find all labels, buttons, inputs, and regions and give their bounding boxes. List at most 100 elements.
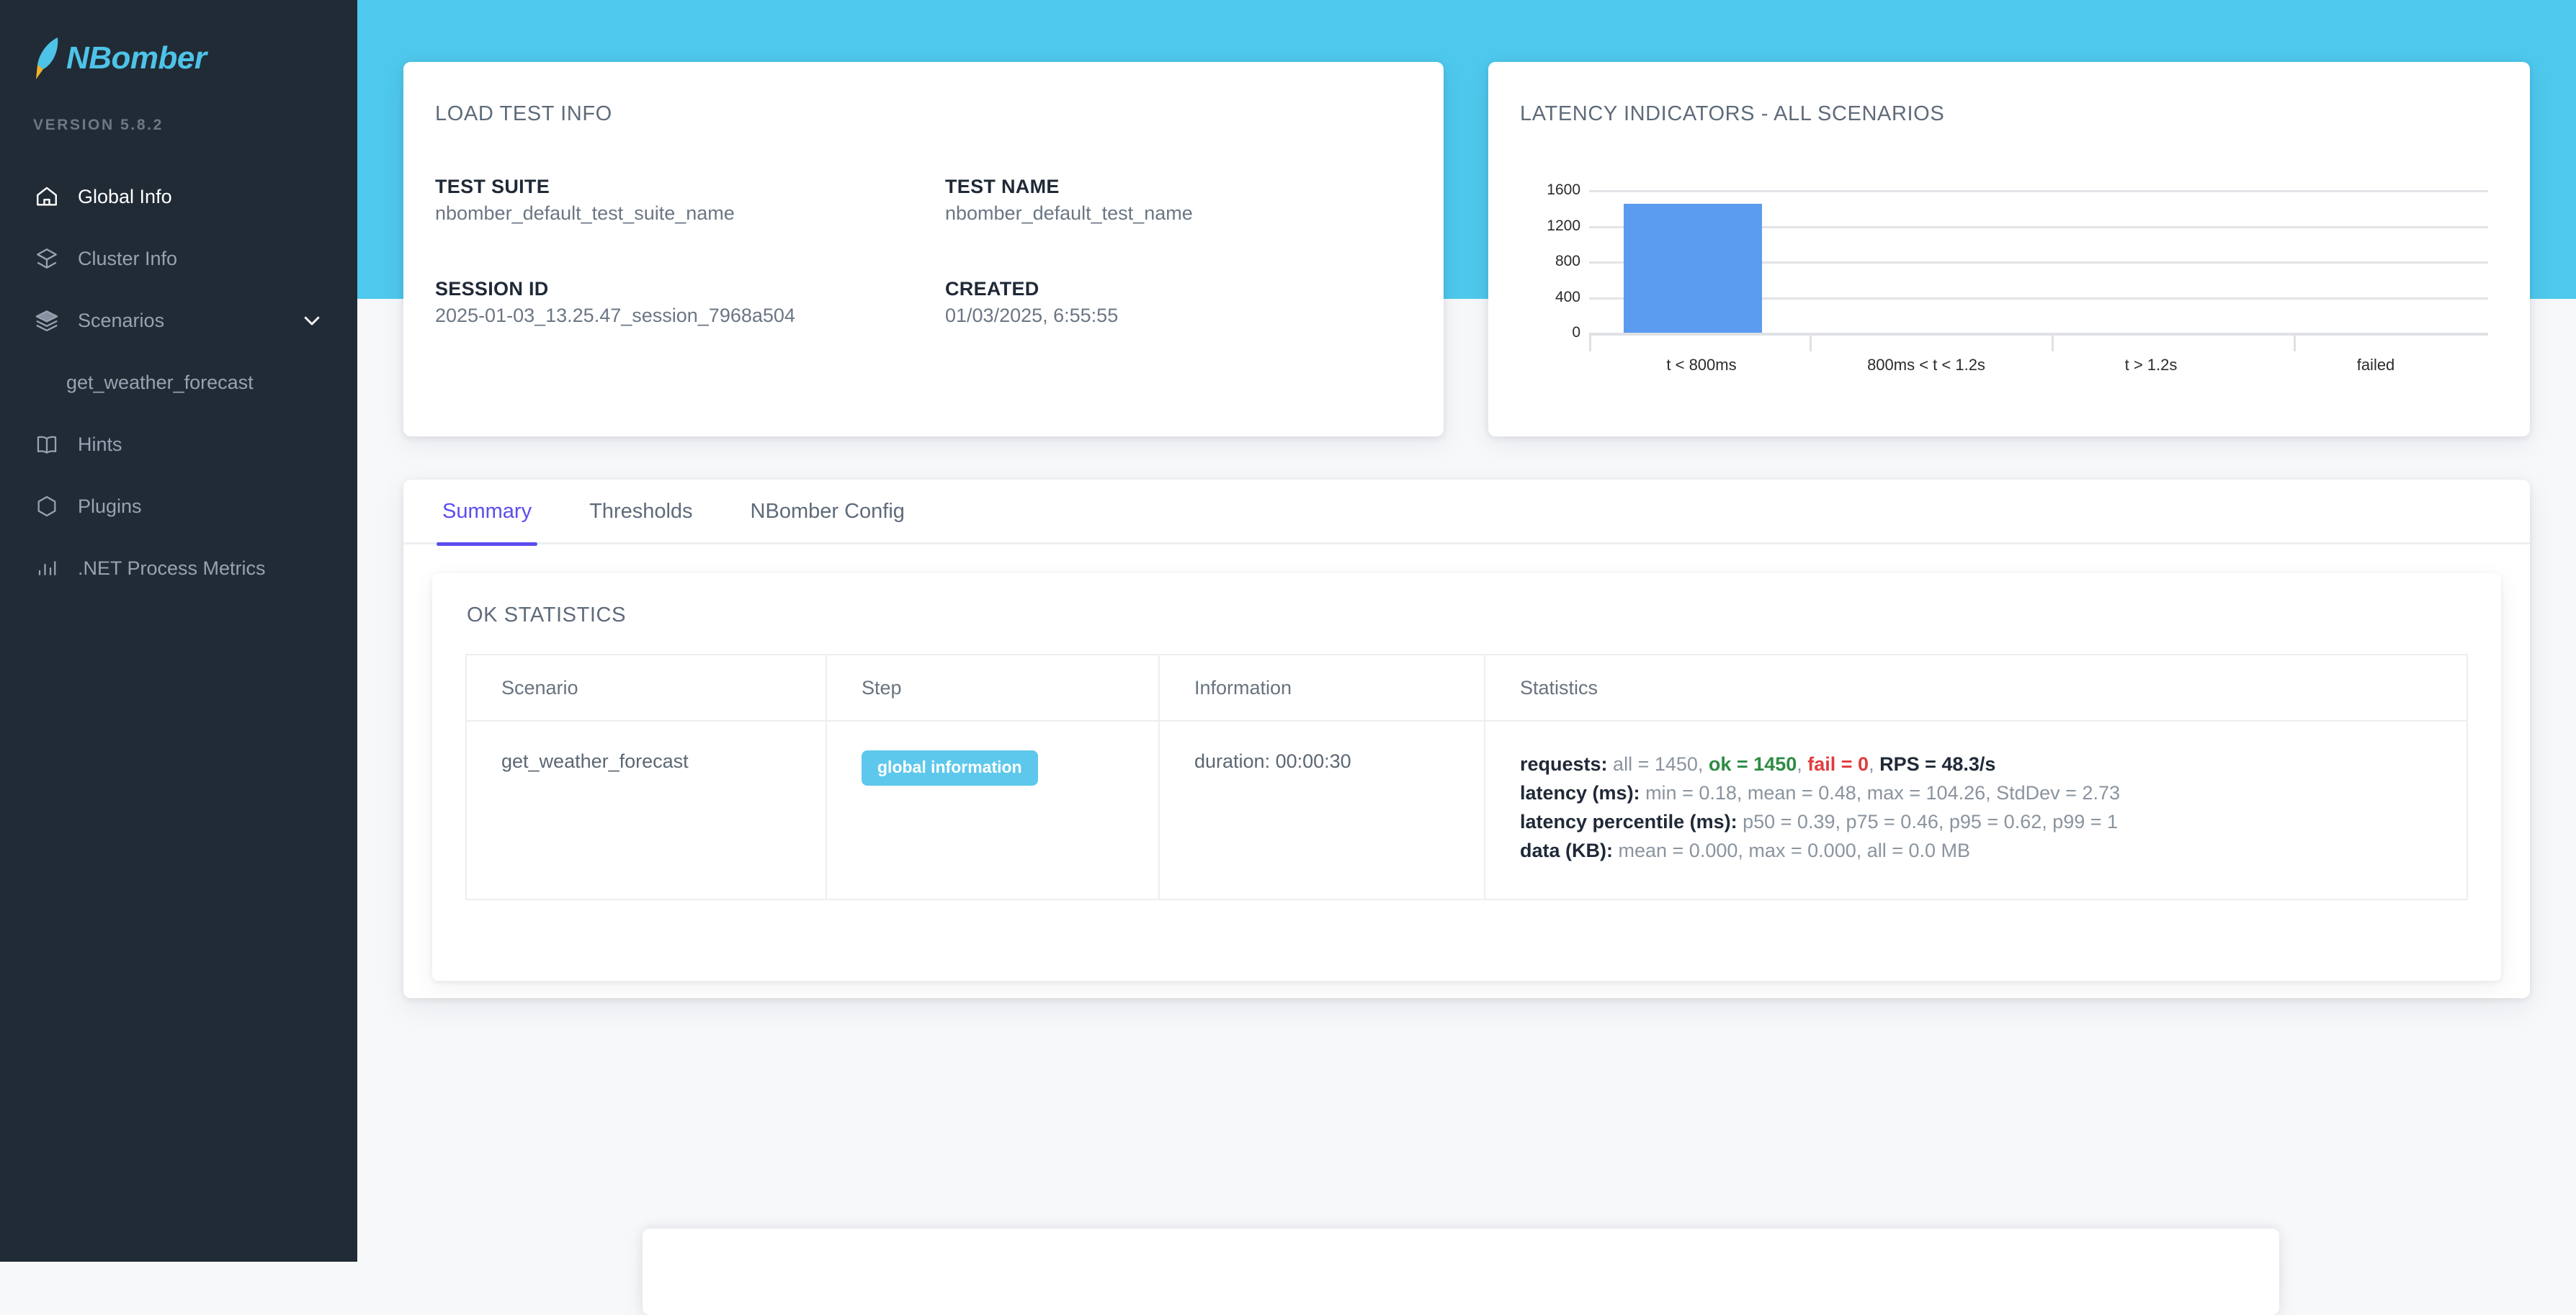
sidebar-item-label: Hints — [78, 433, 122, 455]
stat-requests-ok: ok = 1450 — [1708, 753, 1797, 775]
brand-name: NBomber — [66, 40, 207, 76]
duration-text: duration: 00:00:30 — [1194, 750, 1351, 772]
stat-requests-all: all = 1450, — [1607, 753, 1709, 775]
sidebar-item-label: Cluster Info — [78, 247, 178, 269]
sidebar-item-get-weather-forecast[interactable]: get_weather_forecast — [0, 351, 357, 413]
stat-requests-rps: RPS = 48.3/s — [1879, 753, 1996, 775]
load-test-info-grid: TEST SUITE nbomber_default_test_suite_na… — [435, 176, 1400, 367]
tabs-card: Summary Thresholds NBomber Config OK STA… — [403, 480, 2530, 998]
table-header-row: Scenario Step Information Statistics — [465, 654, 2468, 722]
sidebar-item-label: Plugins — [78, 495, 142, 517]
chevron-down-icon[interactable] — [301, 310, 323, 331]
main-content: LOAD TEST INFO TEST SUITE nbomber_defaul… — [357, 0, 2576, 1315]
latency-indicators-card: LATENCY INDICATORS - ALL SCENARIOS 1600 … — [1488, 62, 2530, 436]
sidebar-item-dotnet-process-metrics[interactable]: .NET Process Metrics — [0, 537, 357, 599]
tab-summary[interactable]: Summary — [437, 479, 538, 546]
stat-latency-value: min = 0.18, mean = 0.48, max = 104.26, S… — [1640, 781, 2120, 804]
brand[interactable]: NBomber — [0, 0, 357, 86]
stat-data-value: mean = 0.000, max = 0.000, all = 0.0 MB — [1613, 839, 1971, 861]
load-test-info-card: LOAD TEST INFO TEST SUITE nbomber_defaul… — [403, 62, 1444, 436]
info-value: nbomber_default_test_name — [945, 202, 1193, 224]
stat-label-data: data (KB): — [1520, 839, 1613, 861]
book-icon — [33, 431, 61, 458]
x-tick-label: 800ms < t < 1.2s — [1867, 356, 1985, 374]
info-field: TEST NAME nbomber_default_test_name — [945, 176, 1400, 265]
stat-line-requests: requests: all = 1450, ok = 1450, fail = … — [1520, 750, 2467, 779]
info-label: CREATED — [945, 278, 1039, 300]
x-axis-tick — [1810, 333, 1812, 351]
stat-sep: , — [1797, 753, 1808, 775]
column-header-statistics[interactable]: Statistics — [1484, 654, 2468, 722]
stat-percentile-value: p50 = 0.39, p75 = 0.46, p95 = 0.62, p99 … — [1737, 810, 2119, 832]
x-tick-label: t > 1.2s — [2124, 356, 2178, 374]
sidebar: NBomber VERSION 5.8.2 Global Info Cluste… — [0, 0, 357, 1262]
hexagon-icon — [33, 493, 61, 520]
x-tick-label: t < 800ms — [1666, 356, 1737, 374]
column-header-information[interactable]: Information — [1158, 654, 1485, 722]
cell-information: duration: 00:00:30 — [1158, 720, 1485, 900]
sidebar-nav: Global Info Cluster Info Scenarios get_w… — [0, 166, 357, 599]
tab-thresholds[interactable]: Thresholds — [583, 479, 698, 544]
tab-bar: Summary Thresholds NBomber Config — [403, 479, 2530, 546]
x-axis-tick — [1589, 333, 1591, 351]
ok-statistics-panel: OK STATISTICS Scenario Step Information … — [432, 573, 2501, 981]
x-tick-labels: t < 800ms 800ms < t < 1.2s t > 1.2s fail… — [1589, 356, 2488, 374]
table-row: get_weather_forecast global information … — [465, 720, 2468, 900]
latency-bar-chart: 1600 1200 800 400 0 t < 800ms 800ms < t … — [1520, 163, 2497, 386]
stat-label-percentile: latency percentile (ms): — [1520, 810, 1738, 832]
offscreen-card-below — [643, 1229, 2279, 1315]
y-tick-label: 1600 — [1547, 181, 1580, 198]
stat-requests-fail: fail = 0 — [1807, 753, 1869, 775]
stat-label-requests: requests: — [1520, 753, 1608, 775]
sidebar-item-plugins[interactable]: Plugins — [0, 475, 357, 537]
x-axis-line — [1589, 333, 2488, 336]
sidebar-item-label: get_weather_forecast — [66, 371, 254, 393]
info-field: CREATED 01/03/2025, 6:55:55 — [945, 278, 1400, 367]
bar-chart-icon — [33, 555, 61, 582]
stat-line-latency: latency (ms): min = 0.18, mean = 0.48, m… — [1520, 779, 2467, 808]
y-tick-label: 0 — [1572, 324, 1580, 341]
sidebar-item-cluster-info[interactable]: Cluster Info — [0, 228, 357, 290]
info-value: nbomber_default_test_suite_name — [435, 202, 735, 224]
y-tick-label: 800 — [1555, 253, 1580, 269]
status-badge[interactable]: global information — [862, 750, 1038, 786]
chart-plot-area — [1589, 190, 2488, 336]
sidebar-item-label: .NET Process Metrics — [78, 557, 266, 579]
sidebar-item-label: Global Info — [78, 185, 172, 207]
info-value: 2025-01-03_13.25.47_session_7968a504 — [435, 305, 795, 326]
info-label: SESSION ID — [435, 278, 549, 300]
load-test-info-title: LOAD TEST INFO — [435, 102, 612, 125]
x-axis-tick — [2052, 333, 2054, 351]
cell-step: global information — [826, 720, 1160, 900]
tab-nbomber-config[interactable]: NBomber Config — [745, 479, 911, 544]
sidebar-item-scenarios[interactable]: Scenarios — [0, 290, 357, 351]
bar-t-lt-800ms[interactable] — [1624, 203, 1762, 333]
x-axis-tick — [2294, 333, 2296, 351]
x-tick-label: failed — [2356, 356, 2395, 374]
layers-icon — [33, 307, 61, 334]
info-label: TEST NAME — [945, 176, 1060, 197]
info-label: TEST SUITE — [435, 176, 550, 197]
cluster-icon — [33, 245, 61, 272]
y-tick-label: 1200 — [1547, 217, 1580, 234]
column-header-step[interactable]: Step — [826, 654, 1160, 722]
cell-statistics: requests: all = 1450, ok = 1450, fail = … — [1484, 720, 2468, 900]
home-icon — [33, 183, 61, 210]
info-value: 01/03/2025, 6:55:55 — [945, 305, 1119, 326]
ok-statistics-table: Scenario Step Information Statistics get… — [465, 654, 2468, 900]
sidebar-item-global-info[interactable]: Global Info — [0, 166, 357, 228]
gridline — [1589, 190, 2488, 192]
column-header-scenario[interactable]: Scenario — [465, 654, 827, 722]
scenario-name: get_weather_forecast — [501, 750, 689, 772]
y-tick-label: 400 — [1555, 288, 1580, 305]
latency-indicators-title: LATENCY INDICATORS - ALL SCENARIOS — [1520, 102, 1945, 125]
info-field: SESSION ID 2025-01-03_13.25.47_session_7… — [435, 278, 945, 367]
rocket-icon — [33, 36, 65, 81]
top-cards-row: LOAD TEST INFO TEST SUITE nbomber_defaul… — [403, 62, 2530, 436]
sidebar-item-hints[interactable]: Hints — [0, 413, 357, 475]
stat-label-latency: latency (ms): — [1520, 781, 1640, 804]
version-label: VERSION 5.8.2 — [33, 117, 164, 133]
ok-statistics-title: OK STATISTICS — [467, 603, 627, 627]
stat-line-percentile: latency percentile (ms): p50 = 0.39, p75… — [1520, 808, 2467, 837]
sidebar-item-label: Scenarios — [78, 309, 165, 331]
